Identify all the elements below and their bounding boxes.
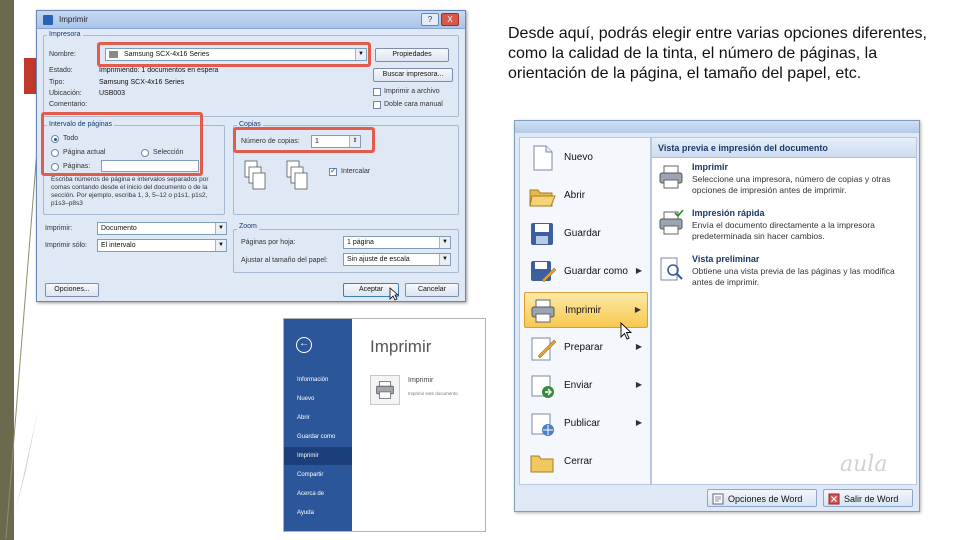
page-range-highlight: [41, 112, 203, 176]
submenu-item-impresion-rapida[interactable]: Impresión rápida Envía el documento dire…: [658, 208, 914, 252]
send-icon: [531, 375, 554, 398]
printer-name-label: Nombre:: [49, 51, 76, 58]
nav-item-imprimir[interactable]: Imprimir: [284, 447, 352, 465]
chevron-right-icon: ▶: [635, 380, 642, 389]
chevron-down-icon: ▼: [439, 237, 450, 248]
zoom-title: Zoom: [237, 223, 259, 230]
chevron-right-icon: ▶: [635, 418, 642, 427]
status-value: Imprimiendo: 1 documentos en espera: [99, 67, 219, 74]
nav-item-compartir[interactable]: Compartir: [284, 466, 352, 484]
chevron-right-icon: ▶: [635, 266, 642, 275]
menu-top-strip: [515, 121, 919, 133]
menu-item-abrir[interactable]: Abrir: [524, 178, 648, 214]
word-app-icon: [43, 15, 53, 25]
scale-label: Ajustar al tamaño del papel:: [241, 257, 328, 264]
menu-item-guardar[interactable]: Guardar: [524, 216, 648, 252]
instruction-text: Desde aquí, podrás elegir entre varias o…: [508, 25, 927, 82]
type-value: Samsung SCX-4x16 Series: [99, 79, 185, 86]
open-folder-icon: [529, 189, 556, 207]
mouse-cursor-icon: [389, 287, 399, 301]
menu-item-nuevo[interactable]: Nuevo: [524, 140, 648, 176]
chevron-right-icon: ▶: [635, 342, 642, 351]
location-label: Ubicación:: [49, 90, 82, 97]
pages-per-sheet-select[interactable]: 1 página ▼: [343, 236, 451, 249]
backstage-title: Imprimir: [370, 337, 432, 356]
print-to-file-checkbox[interactable]: [373, 88, 381, 96]
help-button[interactable]: ?: [421, 13, 439, 26]
type-label: Tipo:: [49, 79, 65, 86]
collate-pages-icon: [244, 160, 308, 190]
dialog-titlebar: Imprimir ? X: [37, 11, 465, 29]
chevron-down-icon: ▼: [215, 240, 226, 251]
menu-left-pane: Nuevo Abrir Guardar Guardar como ▶ Impri…: [519, 137, 651, 485]
print-what-select[interactable]: Documento ▼: [97, 222, 227, 235]
menu-right-pane: Vista previa e impresión del documento I…: [651, 137, 917, 485]
check-icon: ✓: [330, 166, 337, 175]
scale-select[interactable]: Sin ajuste de escala ▼: [343, 253, 451, 266]
save-disk-icon: [531, 223, 553, 245]
print-card[interactable]: Imprimir Imprimir este documento.: [368, 371, 480, 411]
watermark-logo: aula: [840, 452, 888, 477]
location-value: USB003: [99, 90, 126, 97]
publish-icon: [531, 413, 554, 436]
print-what-label: Imprimir:: [45, 225, 73, 232]
printer-icon: [659, 165, 683, 189]
exit-icon: [828, 493, 840, 505]
collate-checkbox[interactable]: ✓: [329, 166, 337, 176]
menu-item-enviar[interactable]: Enviar ▶: [524, 368, 648, 404]
print-only-label: Imprimir sólo:: [45, 242, 88, 249]
menu-item-publicar[interactable]: Publicar ▶: [524, 406, 648, 442]
chevron-right-icon: ▶: [634, 305, 641, 314]
printer-icon: [531, 299, 555, 323]
menu-item-guardar-como[interactable]: Guardar como ▶: [524, 254, 648, 290]
backstage-nav: ← Información Nuevo Abrir Guardar como I…: [284, 319, 352, 531]
new-document-icon: [533, 145, 553, 171]
print-only-select[interactable]: El intervalo ▼: [97, 239, 227, 252]
prepare-icon: [531, 337, 556, 361]
menu-item-cerrar[interactable]: Cerrar: [524, 444, 648, 480]
manual-duplex-checkbox[interactable]: [373, 101, 381, 109]
properties-button[interactable]: Propiedades: [375, 48, 449, 62]
chevron-down-icon: ▼: [439, 254, 450, 265]
manual-duplex-label: Doble cara manual: [384, 101, 443, 108]
comment-label: Comentario:: [49, 101, 88, 108]
submenu-item-imprimir[interactable]: Imprimir Seleccione una impresora, númer…: [658, 162, 914, 206]
copies-highlight: [233, 127, 375, 153]
print-to-file-label: Imprimir a archivo: [384, 88, 440, 95]
close-folder-icon: [530, 455, 554, 473]
printer-name-highlight: [97, 42, 371, 67]
print-card-title: Imprimir: [408, 377, 434, 384]
print-preview-icon: [660, 257, 683, 281]
close-button[interactable]: X: [441, 13, 459, 26]
options-icon: [712, 493, 724, 505]
printer-icon: [370, 375, 400, 405]
pages-per-sheet-label: Páginas por hoja:: [241, 239, 296, 246]
backstage-view: ← Información Nuevo Abrir Guardar como I…: [283, 318, 486, 532]
nav-item-ayuda[interactable]: Ayuda: [284, 504, 352, 522]
status-label: Estado:: [49, 67, 73, 74]
options-button[interactable]: Opciones...: [45, 283, 99, 297]
submenu-item-vista-preliminar[interactable]: Vista preliminar Obtiene una vista previ…: [658, 254, 914, 298]
dialog-title: Imprimir: [59, 15, 88, 24]
page-range-help-text: Escriba números de página e intervalos s…: [51, 176, 209, 207]
print-card-desc: Imprimir este documento.: [408, 391, 459, 396]
printer-group-title: Impresora: [47, 31, 83, 38]
print-dialog: Imprimir ? X Impresora Nombre: Samsung S…: [36, 10, 466, 302]
mouse-cursor-icon: [620, 322, 632, 340]
chevron-down-icon: ▼: [215, 223, 226, 234]
find-printer-button[interactable]: Buscar impresora...: [373, 68, 453, 82]
nav-item-abrir[interactable]: Abrir: [284, 409, 352, 427]
nav-item-nuevo[interactable]: Nuevo: [284, 390, 352, 408]
back-arrow-icon[interactable]: ←: [296, 337, 312, 353]
collate-label: Intercalar: [341, 168, 371, 175]
nav-item-acerca-de[interactable]: Acerca de: [284, 485, 352, 503]
quick-print-icon: [659, 210, 684, 235]
nav-item-guardar-como[interactable]: Guardar como: [284, 428, 352, 446]
nav-item-informacion[interactable]: Información: [284, 371, 352, 389]
save-as-icon: [531, 261, 556, 283]
word-options-button[interactable]: Opciones de Word: [707, 489, 817, 507]
cancel-button[interactable]: Cancelar: [405, 283, 459, 297]
print-submenu-title: Vista previa e impresión del documento: [652, 138, 916, 158]
